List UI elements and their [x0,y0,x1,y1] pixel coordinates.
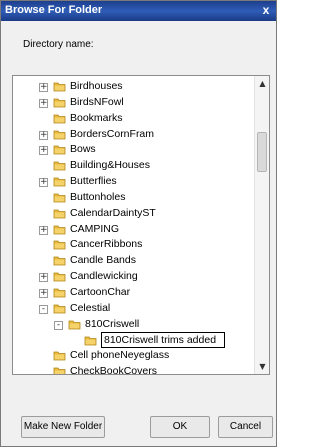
tree-item[interactable]: + BordersCornFram [13,127,255,143]
expand-icon[interactable]: + [39,225,48,235]
tree-item[interactable]: + Butterflies [13,174,255,190]
expand-icon[interactable]: + [39,146,48,156]
directory-name-label: Directory name: [23,39,94,50]
tree-item[interactable]: - Celestial [13,301,255,317]
expand-icon[interactable]: + [39,98,48,108]
tree-item-label: CancerRibbons [70,238,143,251]
folder-icon [53,303,66,314]
tree-item[interactable]: Candle Bands [13,253,255,269]
tree-item-label: Candlewicking [70,270,138,283]
tree-item[interactable]: + CAMPING [13,222,255,238]
tree-item[interactable]: + Candlewicking [13,269,255,285]
tree-item-label: Bookmarks [70,111,123,124]
tree-item-label: Celestial [70,301,111,314]
folder-icon [84,335,97,346]
tree-item[interactable]: Buttonholes [13,190,255,206]
tree-item[interactable]: + Bows [13,142,255,158]
scroll-up-arrow-icon[interactable]: ▲ [255,76,269,91]
folder-icon [53,113,66,124]
expand-icon[interactable]: + [39,288,48,298]
tree-item-label: BordersCornFram [70,127,155,140]
tree-item[interactable]: Bookmarks [13,111,255,127]
tree-item-label: Buttonholes [70,190,126,203]
folder-icon [53,192,66,203]
tree-item[interactable]: + BirdsNFowl [13,95,255,111]
tree-item-label: Bows [70,143,96,156]
folder-tree[interactable]: + Birdhouses + BirdsNFowl Bookmarks + BordersC… [12,75,270,375]
tree-item-label: Butterflies [70,175,117,188]
tree-item[interactable]: - 810Criswell [13,317,255,333]
tree-item-label: Birdhouses [70,80,123,92]
tree-item-label: 810Criswell [85,317,140,330]
folder-icon [53,366,66,374]
folder-icon [53,208,66,219]
collapse-icon[interactable]: - [39,304,48,314]
tree-item[interactable]: Cell phoneNeyeglass [13,348,255,364]
tree-item-editing[interactable]: 810Criswell trims added [13,331,255,349]
title-bar[interactable]: Browse For Folder x [1,1,276,21]
folder-icon [53,350,66,361]
collapse-icon[interactable]: - [54,320,63,330]
folder-icon [53,271,66,282]
tree-item-label: CheckBookCovers [70,365,157,375]
scrollbar-thumb[interactable] [257,132,267,173]
tree-item[interactable]: CheckBookCovers [13,364,255,375]
tree-item[interactable]: + CartoonChar [13,285,255,301]
vertical-scrollbar[interactable]: ▲ ▼ [254,76,269,374]
tree-item-label: CAMPING [70,222,120,235]
folder-icon [53,144,66,155]
folder-name-edit-input[interactable]: 810Criswell trims added [101,331,225,348]
tree-item-label: Cell phoneNeyeglass [70,349,170,362]
tree-item-label: CalendarDaintyST [70,206,156,219]
expand-icon[interactable]: + [39,273,48,283]
close-button[interactable]: x [258,3,274,18]
make-new-folder-button[interactable]: Make New Folder [21,416,105,438]
folder-icon [53,287,66,298]
folder-icon [53,224,66,235]
cancel-button[interactable]: Cancel [218,416,273,438]
folder-icon [68,319,81,330]
tree-item-label: Building&Houses [70,159,150,172]
tree-item[interactable]: Building&Houses [13,158,255,174]
tree-item-label: BirdsNFowl [70,95,124,108]
expand-icon[interactable]: + [39,130,48,140]
tree-item[interactable]: + Birdhouses [13,79,255,95]
folder-icon [53,97,66,108]
expand-icon[interactable]: + [39,178,48,188]
expand-icon[interactable]: + [39,83,48,92]
folder-icon [53,176,66,187]
folder-icon [53,255,66,266]
ok-button[interactable]: OK [150,416,210,438]
tree-item[interactable]: CancerRibbons [13,237,255,253]
tree-item[interactable]: CalendarDaintyST [13,206,255,222]
window-title: Browse For Folder [5,4,103,16]
scroll-down-arrow-icon[interactable]: ▼ [255,359,269,374]
browse-for-folder-dialog: Browse For Folder x Directory name: + Bir… [0,0,277,447]
tree-item-label: CartoonChar [70,285,131,298]
folder-icon [53,239,66,250]
tree-item-label: Candle Bands [70,254,136,267]
folder-icon [53,160,66,171]
folder-icon [53,129,66,140]
folder-tree-rows: + Birdhouses + BirdsNFowl Bookmarks + BordersC… [13,79,255,375]
folder-icon [53,81,66,92]
